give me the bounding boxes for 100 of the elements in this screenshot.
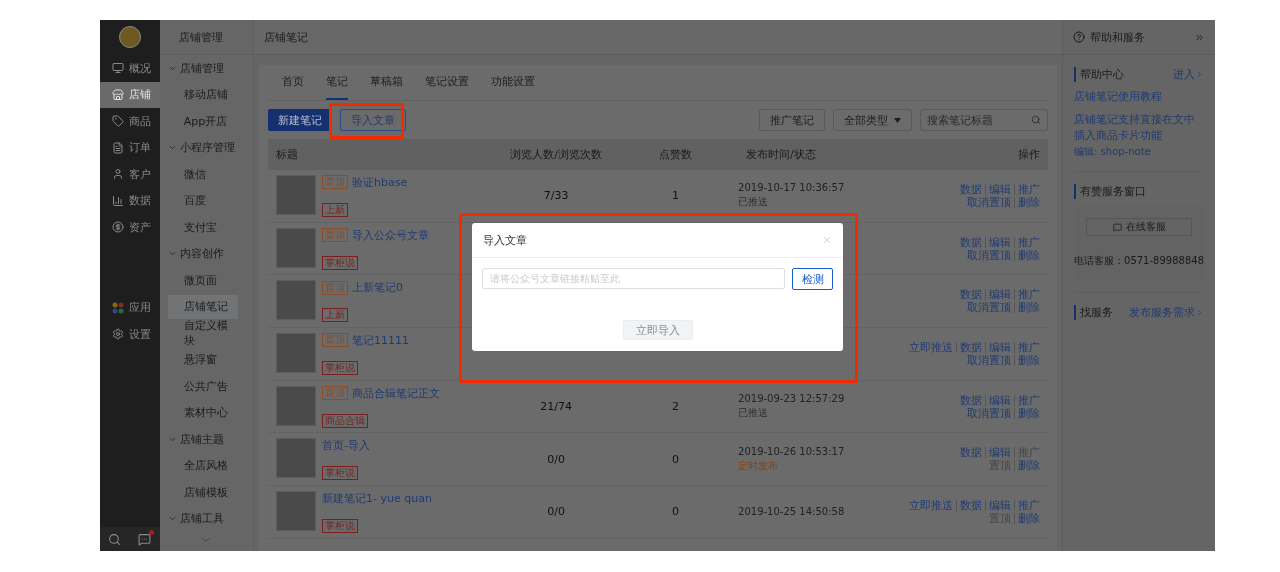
nav-item[interactable]: 数据 (100, 187, 160, 214)
subnav-item[interactable]: 支付宝 (167, 215, 239, 240)
help-link[interactable]: 店铺笔记支持直接在文中插入商品卡片功能 (1074, 112, 1204, 144)
nav-item[interactable]: 店铺 (100, 81, 160, 108)
check-button[interactable]: 检测 (792, 268, 833, 290)
enter-link[interactable]: 进入 (1173, 67, 1204, 82)
action-link[interactable]: 编辑 (985, 289, 1015, 301)
action-link[interactable]: 编辑 (985, 394, 1015, 406)
section-title: 找服务 (1074, 305, 1114, 320)
note-tag: 掌柜说 (322, 360, 359, 375)
phone-text: 电话客服：0571-89988848 (1074, 254, 1204, 268)
subnav-item[interactable]: 百度 (167, 188, 239, 213)
note-title-link[interactable]: 验证hbase (352, 174, 408, 190)
column-header: 发布时间/状态 (745, 147, 817, 162)
action-link[interactable]: 删除 (1014, 460, 1041, 472)
subnav-group[interactable]: 店铺工具 (159, 505, 254, 532)
action-link[interactable]: 数据 (957, 236, 986, 248)
action-link[interactable]: 取消置顶 (964, 354, 1015, 366)
action-link[interactable]: 推广 (1014, 183, 1041, 195)
photo-placeholder (276, 332, 317, 373)
subnav-item[interactable]: 微信 (167, 162, 239, 187)
action-link[interactable]: 推广 (1014, 236, 1041, 248)
action-link[interactable]: 编辑 (985, 236, 1015, 248)
action-link[interactable]: 推广 (1014, 394, 1041, 406)
action-link[interactable]: 取消置顶 (964, 196, 1015, 208)
action-link[interactable]: 编辑 (985, 341, 1015, 353)
nav-item[interactable]: 订单 (100, 134, 160, 161)
subnav-item[interactable]: 微页面 (167, 268, 239, 293)
action-link[interactable]: 立即推送 (906, 499, 957, 511)
subnav-item[interactable]: App开店 (167, 109, 239, 134)
subnav-group[interactable]: 店铺主题 (159, 426, 254, 453)
action-link[interactable]: 删除 (1014, 512, 1041, 524)
promote-button[interactable]: 推广笔记 (759, 109, 826, 131)
action-link[interactable]: 立即推送 (906, 341, 957, 353)
action-link[interactable]: 推广 (1014, 289, 1041, 301)
tab[interactable]: 功能设置 (491, 65, 536, 100)
tab[interactable]: 首页 (282, 65, 305, 100)
action-link[interactable]: 删除 (1014, 354, 1041, 366)
online-service-button[interactable]: 在线客服 (1086, 218, 1192, 236)
nav-item[interactable]: 资产 (100, 214, 160, 241)
subnav-title: 店铺管理 (159, 20, 254, 55)
action-link[interactable]: 数据 (957, 394, 986, 406)
action-link[interactable]: 数据 (957, 447, 986, 459)
subnav-item[interactable]: 素材中心 (167, 400, 239, 425)
subnav-item[interactable]: 店铺模板 (167, 480, 239, 505)
publish-time: 2019-10-25 14:50:58 (738, 506, 846, 518)
action-link[interactable]: 取消置顶 (964, 302, 1015, 314)
search-icon[interactable] (108, 532, 122, 546)
note-title-link[interactable]: 笔记11111 (352, 332, 410, 348)
note-title-link[interactable]: 导入公众号文章 (352, 227, 430, 243)
subnav-group[interactable]: 小程序管理 (159, 134, 254, 161)
chat-icon[interactable] (138, 532, 152, 546)
avatar[interactable] (118, 26, 141, 48)
action-link[interactable]: 取消置顶 (964, 407, 1015, 419)
subnav-item[interactable]: 公共广告 (167, 374, 239, 399)
tab[interactable]: 笔记设置 (425, 65, 470, 100)
subnav-group[interactable]: 内容创作 (159, 240, 254, 267)
subnav-item[interactable]: 全店风格 (167, 453, 239, 478)
note-title-link[interactable]: 上新笔记0 (352, 280, 404, 296)
nav-item[interactable]: 设置 (100, 321, 160, 348)
action-link[interactable]: 删除 (1014, 196, 1041, 208)
publish-time: 2019-09-23 12:57:29 (738, 393, 846, 405)
action-link[interactable]: 编辑 (985, 499, 1015, 511)
user-icon (112, 168, 124, 181)
action-link[interactable]: 取消置顶 (964, 249, 1015, 261)
nav-item[interactable]: 商品 (100, 108, 160, 135)
action-link[interactable]: 编辑 (985, 183, 1015, 195)
note-title-link[interactable]: 新建笔记1- yue quan (322, 490, 432, 506)
help-link[interactable]: 店铺笔记使用教程 (1074, 89, 1204, 105)
action-link[interactable]: 数据 (956, 499, 986, 511)
store-icon (112, 88, 124, 101)
subnav-group[interactable]: 店铺管理 (159, 55, 254, 82)
photo-placeholder (276, 227, 317, 268)
subnav-item[interactable]: 移动店铺 (167, 82, 239, 107)
subnav-item[interactable]: 自定义模块 (167, 321, 239, 346)
chevron-right-icon (1195, 70, 1204, 79)
action-link[interactable]: 删除 (1014, 407, 1041, 419)
action-link[interactable]: 编辑 (985, 447, 1015, 459)
action-link[interactable]: 数据 (957, 183, 986, 195)
action-link[interactable]: 推广 (1014, 341, 1041, 353)
column-header: 操作 (1017, 147, 1042, 162)
subnav-item[interactable]: 悬浮窗 (167, 347, 239, 372)
nav-item[interactable]: 概况 (100, 55, 160, 82)
action-link[interactable]: 删除 (1014, 249, 1041, 261)
publish-time: 2019-10-26 10:53:17 (738, 445, 846, 457)
action-link[interactable]: 数据 (957, 289, 986, 301)
bar-chart-icon (112, 194, 124, 207)
publish-time: 2019-10-17 10:36:57 (738, 182, 846, 194)
subnav-item[interactable]: 店铺笔记 (167, 294, 239, 319)
action-link[interactable]: 删除 (1014, 302, 1041, 314)
nav-item[interactable]: 客户 (100, 161, 160, 188)
action-link[interactable]: 数据 (956, 341, 986, 353)
type-dropdown[interactable]: 全部类型 (833, 109, 913, 131)
tab[interactable]: 笔记 (326, 65, 349, 100)
note-title-link[interactable]: 商品合辑笔记正文 (352, 385, 441, 401)
note-title-link[interactable]: 首页-导入 (322, 438, 371, 454)
tab[interactable]: 草稿箱 (370, 65, 404, 100)
import-button[interactable]: 导入文章 (340, 109, 407, 131)
nav-item[interactable]: 应用 (100, 294, 160, 321)
action-link[interactable]: 推广 (1014, 499, 1041, 511)
